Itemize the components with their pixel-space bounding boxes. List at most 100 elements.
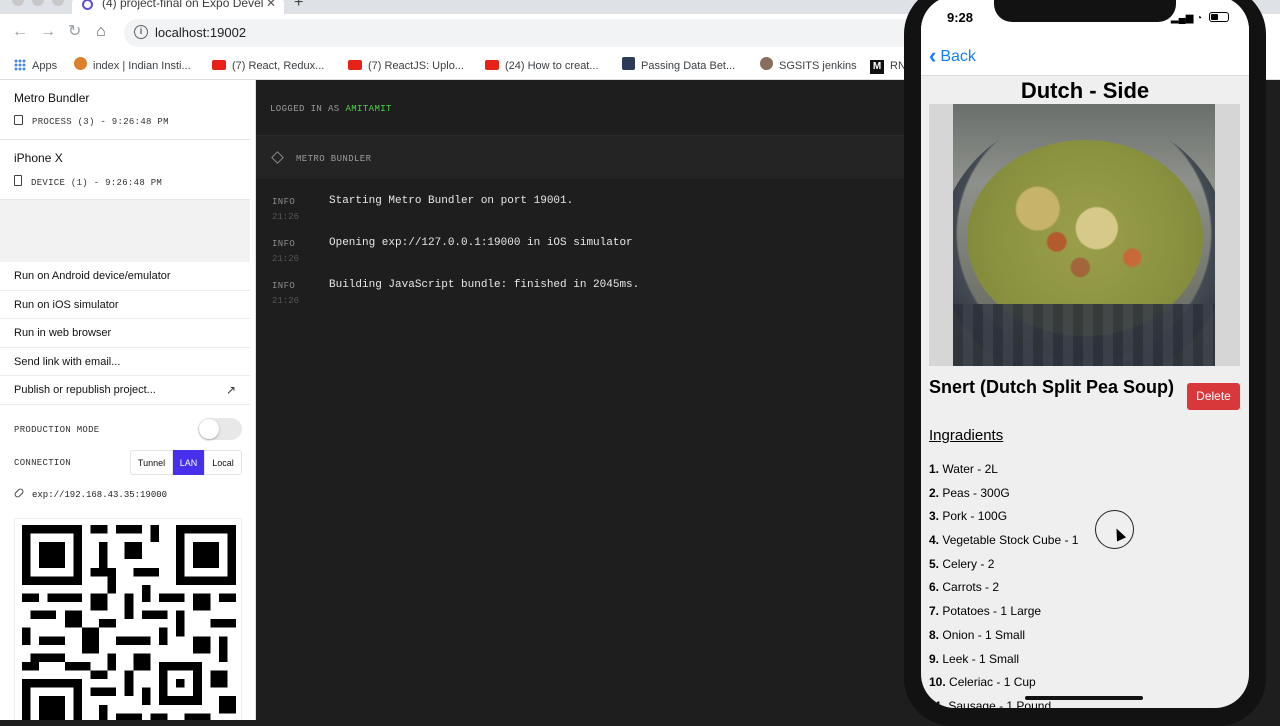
ingredient-number: 2. (929, 485, 940, 500)
ingredient-item: 9. Leek - 1 Small (929, 651, 1239, 675)
run-android-button[interactable]: Run on Android device/emulator (0, 262, 250, 291)
connection-label: CONNECTION (14, 458, 72, 468)
bookmark-item[interactable]: M RN (870, 57, 906, 75)
ingredient-text: Water - 2L (942, 462, 998, 476)
soup-photo (953, 104, 1215, 366)
exp-url[interactable]: exp://192.168.43.35:19000 (32, 490, 167, 500)
ingredient-number: 5. (929, 556, 940, 571)
bookmark-label: (7) React, Redux... (232, 60, 325, 72)
bookmark-label: index | Indian Insti... (93, 60, 191, 72)
ingredient-item: 10. Celeriac - 1 Cup (929, 674, 1239, 698)
run-web-button[interactable]: Run in web browser (0, 319, 250, 348)
site-favicon-icon (74, 57, 87, 70)
ingredient-text: Onion - 1 Small (942, 627, 1026, 642)
bookmark-item[interactable]: Apps (14, 57, 57, 75)
bookmark-item[interactable]: SGSITS jenkins (760, 57, 857, 75)
ingredient-number: 6. (929, 580, 940, 595)
log-level: INFO (272, 239, 296, 249)
layers-icon (271, 151, 284, 164)
apps-grid-icon (14, 59, 26, 71)
battery-icon (1209, 12, 1229, 22)
process-iphone-x[interactable]: iPhone X DEVICE (1) - 9:26:48 PM (0, 140, 250, 200)
process-metro-bundler[interactable]: Metro Bundler PROCESS (3) - 9:26:48 PM (0, 80, 250, 140)
site-favicon-icon (622, 57, 635, 70)
ingredients-heading: Ingradients (929, 427, 1004, 444)
screen-title: Dutch - Side (1020, 78, 1150, 103)
ingredient-number: 1. (929, 462, 940, 476)
address-bar[interactable]: i localhost:19002 (124, 19, 1004, 47)
address-text: localhost:19002 (155, 25, 247, 40)
qr-code-graphic (22, 525, 236, 720)
log-time: 21:26 (272, 212, 300, 222)
ingredient-item: 7. Potatoes - 1 Large (929, 603, 1239, 627)
ingredient-number: 9. (929, 651, 940, 666)
iphone-screen: 9:28 ▂▄▆ ◔ ‹ Back Dutch - Side Snert (Dut… (921, 0, 1249, 708)
ingredient-text: Carrots - 2 (942, 580, 1000, 595)
bookmark-item[interactable]: (7) React, Redux... (212, 57, 324, 75)
ingredient-item: 1. Water - 2L (929, 461, 1239, 485)
ingredient-text: Vegetable Stock Cube - 1 (942, 533, 1079, 548)
connection-lan[interactable]: LAN (173, 450, 204, 475)
home-indicator[interactable] (1025, 696, 1143, 700)
bookmark-item[interactable]: index | Indian Insti... (74, 57, 191, 75)
log-level: INFO (272, 197, 296, 207)
expo-favicon-icon (82, 0, 93, 10)
process-subtitle: PROCESS (3) - 9:26:48 PM (32, 117, 169, 127)
reload-icon[interactable]: ↻ (68, 23, 81, 41)
ingredient-number: 7. (929, 604, 940, 619)
log-entry: INFO 21:26 Building JavaScript bundle: f… (256, 275, 904, 315)
toggle-knob (199, 419, 219, 439)
bookmark-label: SGSITS jenkins (779, 60, 857, 72)
publish-button[interactable]: Publish or republish project... ↗ (0, 376, 250, 405)
phone-icon (14, 175, 22, 186)
ingredients-list: 1. Water - 2L 2. Peas - 300G 3. Pork - 100… (929, 461, 1239, 708)
external-link-icon: ↗ (225, 383, 236, 397)
back-button[interactable]: ‹ Back (929, 45, 976, 67)
info-icon[interactable]: i (134, 25, 148, 39)
production-mode-toggle[interactable] (198, 418, 242, 440)
bookmark-item[interactable]: (7) ReactJS: Uplo... (348, 57, 464, 75)
log-message: Starting Metro Bundler on port 19001. (329, 195, 574, 207)
ingredient-text: Potatoes - 1 Large (942, 604, 1042, 619)
bookmark-label: Passing Data Bet... (641, 60, 736, 72)
process-subtitle: DEVICE (1) - 9:26:48 PM (31, 178, 163, 188)
log-time: 21:26 (272, 296, 300, 306)
bookmark-item[interactable]: Passing Data Bet... (622, 57, 735, 75)
send-link-button[interactable]: Send link with email... (0, 348, 250, 376)
bookmark-item[interactable]: (24) How to creat... (485, 57, 599, 75)
log-time: 21:26 (272, 254, 300, 264)
ingredient-number: 8. (929, 627, 940, 642)
ingredient-text: Sausage - 1 Pound (948, 698, 1052, 708)
ingredient-number: 3. (929, 509, 940, 524)
run-ios-button[interactable]: Run on iOS simulator (0, 291, 250, 319)
publish-label: Publish or republish project... (14, 384, 156, 396)
log-entry: INFO 21:26 Opening exp://127.0.0.1:19000… (256, 233, 904, 273)
ingredient-item: 3. Pork - 100G (929, 508, 1239, 532)
ingredient-text: Pork - 100G (942, 509, 1008, 524)
ingredient-item: 8. Onion - 1 Small (929, 627, 1239, 651)
minimize-window-icon[interactable] (32, 0, 44, 6)
ingredient-item: 5. Celery - 2 (929, 556, 1239, 580)
youtube-icon (212, 60, 226, 70)
youtube-icon (485, 60, 499, 70)
delete-button[interactable]: Delete (1187, 383, 1240, 410)
metro-bundler-log-panel: METRO BUNDLER INFO 21:26 Starting Metro … (256, 135, 904, 720)
home-icon[interactable]: ⌂ (96, 23, 106, 41)
bookmark-label: (7) ReactJS: Uplo... (368, 60, 464, 72)
ingredient-item: 2. Peas - 300G (929, 485, 1239, 509)
connection-local[interactable]: Local (204, 450, 242, 475)
forward-arrow-icon[interactable]: → (40, 23, 56, 41)
tab-title: (4) project-final on Expo Devel (102, 0, 264, 10)
browser-tab[interactable]: (4) project-final on Expo Devel ✕ (72, 0, 284, 14)
close-window-icon[interactable] (12, 0, 24, 6)
connection-tunnel[interactable]: Tunnel (130, 450, 173, 475)
log-message: Opening exp://127.0.0.1:19000 in iOS sim… (329, 237, 633, 249)
close-tab-icon[interactable]: ✕ (266, 0, 276, 10)
cube-icon (14, 115, 23, 125)
sidebar-spacer (0, 200, 250, 262)
back-label: Back (940, 48, 976, 65)
new-tab-icon[interactable]: + (294, 0, 303, 12)
site-favicon-icon (760, 57, 773, 70)
zoom-window-icon[interactable] (52, 0, 64, 6)
back-arrow-icon[interactable]: ← (12, 23, 28, 41)
